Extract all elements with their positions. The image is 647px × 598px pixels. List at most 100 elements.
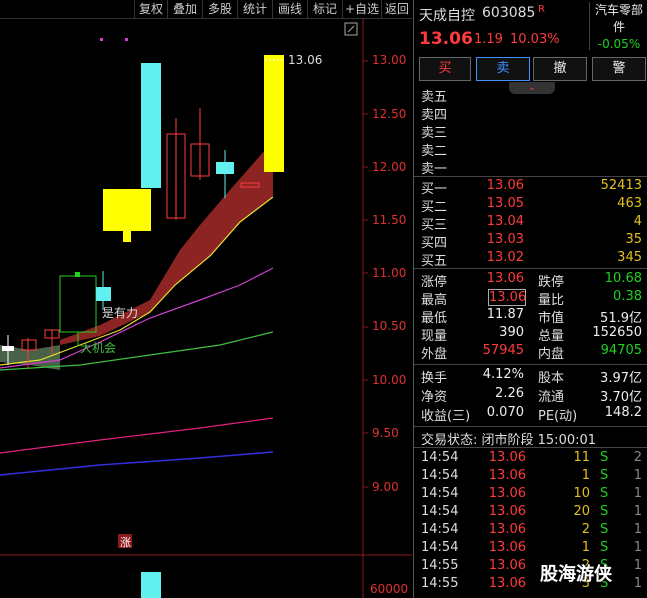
tick-count: 1 (633, 486, 642, 501)
pe-value: 148.2 (604, 405, 642, 420)
eps-label: 收益(三) (421, 409, 471, 424)
turnover-value: 4.12% (482, 367, 524, 382)
tick-side: S (600, 540, 609, 555)
axis-label-11-5: 11.50 (372, 213, 407, 227)
tick-volume: 1 (581, 468, 590, 483)
stock-name: 天成自控 (419, 8, 475, 24)
axis-label-13: 13.00 (372, 53, 407, 67)
eps-value: 0.070 (486, 405, 524, 420)
tick-count: 1 (633, 522, 642, 537)
bid-4-price: 13.03 (486, 232, 524, 247)
outer-value: 57945 (482, 343, 524, 358)
tick-price: 13.06 (488, 468, 526, 483)
bid-2-price: 13.05 (486, 196, 524, 211)
tick-price: 13.06 (488, 504, 526, 519)
tick-volume: 10 (573, 486, 590, 501)
limit-up-value: 13.06 (486, 271, 524, 286)
tick-row: 14:54 13.06 1 S 1 (414, 468, 647, 486)
tick-time: 14:54 (421, 450, 459, 465)
axis-label-9-5: 9.50 (372, 426, 399, 440)
annotation-opportunity: 大机会 (80, 341, 117, 355)
tick-side: S (600, 504, 609, 519)
tick-time: 14:54 (421, 540, 459, 555)
vol-ratio-value: 0.38 (613, 289, 642, 304)
tick-side: S (600, 486, 609, 501)
tick-price: 13.06 (488, 486, 526, 501)
total-vol-value: 152650 (592, 325, 642, 340)
tick-count: 1 (633, 468, 642, 483)
low-label: 最低 (421, 311, 448, 326)
tick-price: 13.06 (488, 576, 526, 591)
price-change: 1.19 (474, 32, 503, 47)
limit-down-label: 跌停 (538, 275, 565, 290)
tick-time: 14:54 (421, 522, 459, 537)
add-watchlist-button[interactable]: +自选 (342, 0, 381, 18)
ask-3-label: 卖三 (421, 126, 448, 141)
buy-button[interactable]: 买 (419, 57, 471, 81)
tick-price: 13.06 (488, 450, 526, 465)
draw-line-button[interactable]: 画线 (272, 0, 307, 18)
mark-button[interactable]: 标记 (307, 0, 342, 18)
overlay-button[interactable]: 叠加 (167, 0, 202, 18)
ask-1-label: 卖一 (421, 162, 448, 177)
bid-5-price: 13.02 (486, 250, 524, 265)
axis-label-11: 11.00 (372, 266, 407, 280)
tick-row: 14:54 13.06 11 S 2 (414, 450, 647, 468)
expand-chevron-icon[interactable]: ⌄ (509, 82, 555, 94)
bid-4-label: 买四 (421, 236, 448, 251)
tick-count: 2 (633, 450, 642, 465)
equity-label: 股本 (538, 371, 565, 386)
tick-side: S (600, 468, 609, 483)
kline-svg (0, 19, 412, 598)
equity-value: 3.97亿 (600, 371, 642, 386)
trade-status: 交易状态: 闭市阶段 15:00:01 (421, 433, 597, 448)
back-button[interactable]: 返回 (381, 0, 412, 18)
high-value: 13.06 (488, 289, 527, 306)
inner-label: 内盘 (538, 347, 565, 362)
bid-3-label: 买三 (421, 218, 448, 233)
tick-time: 14:55 (421, 576, 459, 591)
inner-value: 94705 (600, 343, 642, 358)
mcap-value: 51.9亿 (600, 311, 642, 326)
bid-3-price: 13.04 (486, 214, 524, 229)
turnover-label: 换手 (421, 371, 448, 386)
axis-label-9: 9.00 (372, 480, 399, 494)
low-value: 11.87 (486, 307, 524, 322)
fuquan-button[interactable]: 复权 (134, 0, 167, 18)
kline-chart[interactable]: 13.06 涨 是有力 大机会 13.00 12.50 12.00 11.50 … (0, 19, 412, 598)
axis-label-10: 10.00 (372, 373, 407, 387)
limit-up-tag: 涨 (120, 536, 131, 549)
tick-time: 14:54 (421, 486, 459, 501)
tick-count: 1 (633, 504, 642, 519)
tick-time: 14:55 (421, 558, 459, 573)
current-price: 13.06 (419, 29, 473, 49)
alert-button[interactable]: 警 (592, 57, 646, 81)
statistics-button[interactable]: 统计 (237, 0, 272, 18)
tick-time: 14:54 (421, 468, 459, 483)
axis-label-12-5: 12.50 (372, 107, 407, 121)
bid-1-price: 13.06 (486, 178, 524, 193)
high-label: 最高 (421, 293, 448, 308)
cancel-order-button[interactable]: 撤 (533, 57, 587, 81)
last-price-marker: 13.06 (288, 53, 323, 67)
volume-axis-label: 60000 (370, 582, 409, 596)
tick-count: 1 (633, 540, 642, 555)
price-change-pct: 10.03% (510, 32, 560, 47)
bid-2-volume: 463 (617, 196, 642, 211)
nav-label: 净资 (421, 390, 448, 405)
bid-1-label: 买一 (421, 182, 448, 197)
ask-2-label: 卖二 (421, 144, 448, 159)
chart-toolbar: 复权 叠加 多股 统计 画线 标记 +自选 返回 (0, 0, 412, 19)
tick-volume: 1 (581, 540, 590, 555)
vol-ratio-label: 量比 (538, 293, 565, 308)
sell-button[interactable]: 卖 (476, 57, 530, 81)
bid-2-label: 买二 (421, 200, 448, 215)
sector-box[interactable]: 汽车零部件 -0.05% (589, 2, 647, 51)
watermark-text: 股海游侠 (540, 564, 612, 585)
multi-stock-button[interactable]: 多股 (202, 0, 237, 18)
axis-label-12: 12.00 (372, 160, 407, 174)
nav-value: 2.26 (495, 386, 524, 401)
tick-side: S (600, 450, 609, 465)
tick-price: 13.06 (488, 558, 526, 573)
tick-volume: 20 (573, 504, 590, 519)
